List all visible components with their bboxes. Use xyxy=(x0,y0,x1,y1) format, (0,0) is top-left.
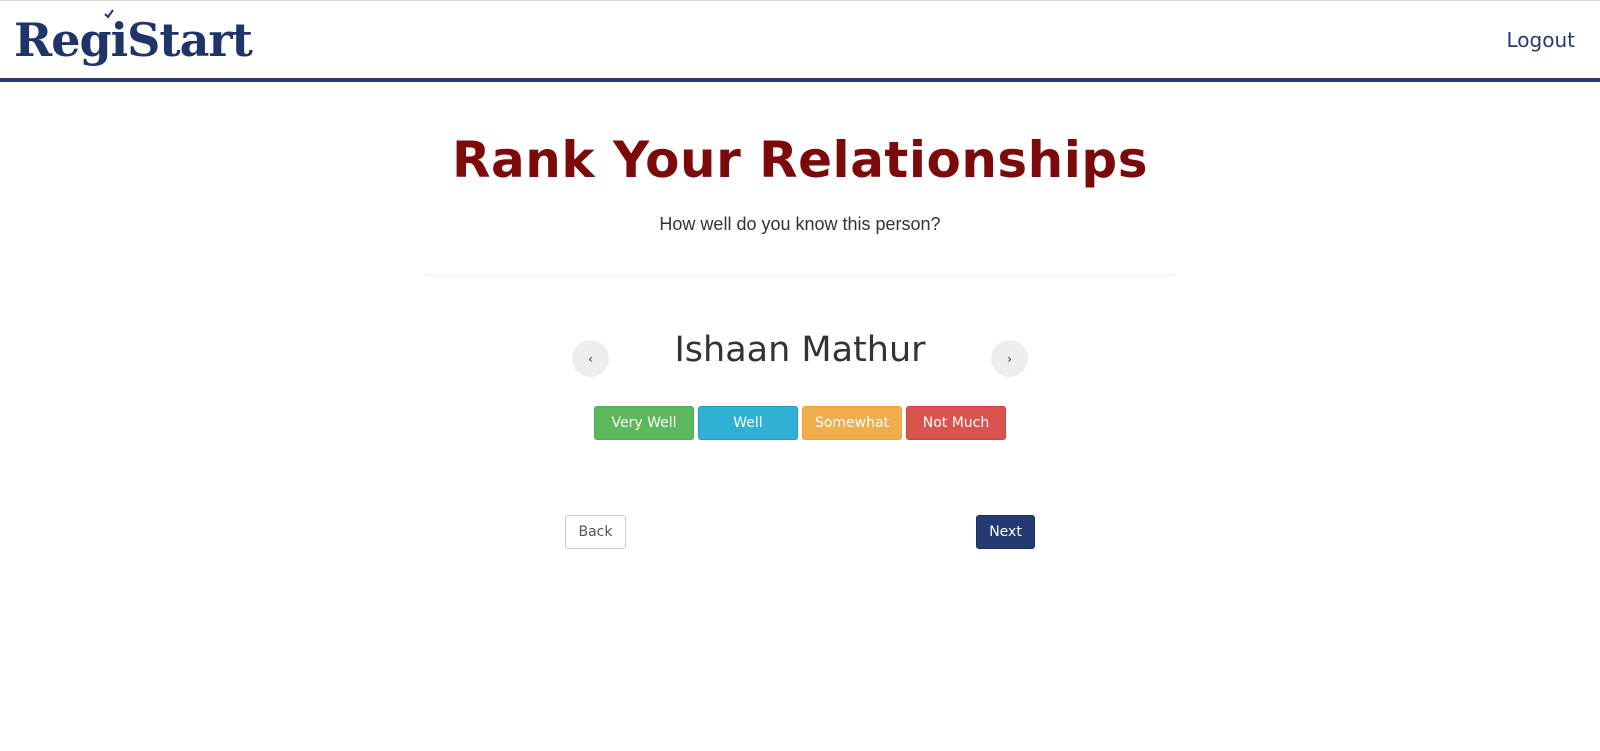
person-name: Ishaan Mathur xyxy=(674,330,926,370)
page-subtitle: How well do you know this person? xyxy=(659,214,941,234)
rank-not-much-button[interactable]: Not Much xyxy=(906,406,1006,440)
brand-logo[interactable]: RegiStart xyxy=(14,9,253,69)
top-navbar: RegiStart Logout xyxy=(0,0,1600,82)
next-button[interactable]: Next xyxy=(976,515,1035,549)
next-person-button[interactable]: › xyxy=(991,340,1028,377)
rank-well-button[interactable]: Well xyxy=(698,406,798,440)
rank-very-well-button[interactable]: Very Well xyxy=(594,406,694,440)
rank-somewhat-button[interactable]: Somewhat xyxy=(802,406,902,440)
previous-person-button[interactable]: ‹ xyxy=(572,340,609,377)
logout-link[interactable]: Logout xyxy=(1507,28,1575,52)
back-button[interactable]: Back xyxy=(565,515,626,549)
chevron-right-icon: › xyxy=(1007,351,1012,366)
brand-logo-text: RegiStart xyxy=(14,13,253,67)
divider xyxy=(425,275,1175,276)
page-title: Rank Your Relationships xyxy=(452,131,1148,189)
chevron-left-icon: ‹ xyxy=(588,351,593,366)
checkmark-icon xyxy=(104,9,114,19)
